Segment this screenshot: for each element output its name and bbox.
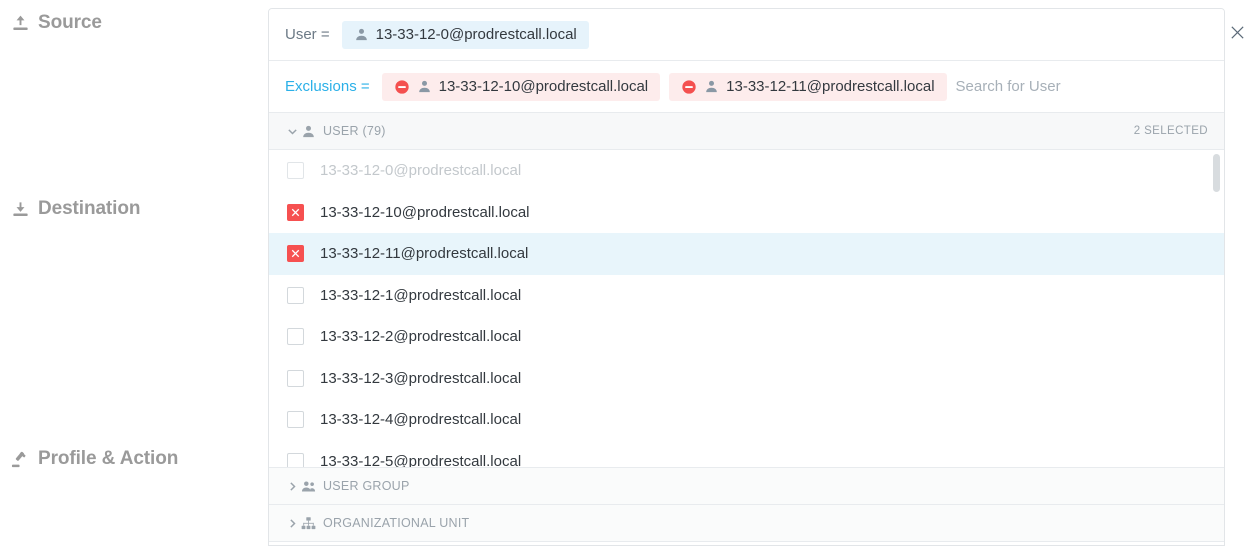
gavel-icon [11, 450, 30, 469]
list-item[interactable]: 13-33-12-4@prodrestcall.local [269, 399, 1224, 441]
exclusions-query-row: Exclusions = 13-33-12-10@prodrestcall.lo… [269, 61, 1224, 113]
list-item[interactable]: 13-33-12-2@prodrestcall.local [269, 316, 1224, 358]
list-item-label: 13-33-12-3@prodrestcall.local [320, 369, 522, 387]
user-selection-panel: User = 13-33-12-0@prodrestcall.local Exc… [268, 8, 1225, 546]
exclusion-chip-label: 13-33-12-10@prodrestcall.local [438, 78, 649, 95]
sidebar-step-profile-action[interactable]: Profile & Action [11, 448, 178, 470]
group-header-organizational-unit[interactable]: ORGANIZATIONAL UNIT [269, 505, 1224, 542]
list-scrollbar-thumb[interactable] [1213, 154, 1220, 192]
block-icon[interactable] [394, 79, 410, 95]
checkbox-unchecked[interactable] [287, 452, 304, 467]
list-item[interactable]: 13-33-12-5@prodrestcall.local [269, 441, 1224, 468]
list-item[interactable]: 13-33-12-3@prodrestcall.local [269, 358, 1224, 400]
group-header-user[interactable]: USER (79) 2 SELECTED [269, 113, 1224, 150]
checkbox-unchecked [287, 162, 304, 180]
sidebar-step-destination[interactable]: Destination [11, 198, 140, 220]
exclusion-chip-label: 13-33-12-11@prodrestcall.local [726, 78, 935, 95]
list-item-label: 13-33-12-2@prodrestcall.local [320, 328, 522, 346]
list-item-label: 13-33-12-4@prodrestcall.local [320, 411, 522, 429]
sidebar-step-destination-label: Destination [38, 198, 141, 219]
upload-icon [11, 14, 30, 33]
list-item-label: 13-33-12-1@prodrestcall.local [320, 286, 522, 304]
sidebar-step-source-label: Source [38, 12, 102, 33]
checkbox-unchecked[interactable] [287, 411, 304, 429]
org-chart-icon [301, 516, 323, 531]
user-query-row: User = 13-33-12-0@prodrestcall.local [269, 9, 1224, 61]
chevron-down-icon[interactable] [287, 126, 301, 137]
checkbox-unchecked[interactable] [287, 369, 304, 387]
user-query-label: User = [285, 26, 330, 43]
block-icon[interactable] [681, 79, 697, 95]
chevron-right-icon[interactable] [287, 518, 301, 529]
list-item-label: 13-33-12-11@prodrestcall.local [320, 245, 529, 263]
user-icon [417, 79, 432, 94]
checkbox-unchecked[interactable] [287, 286, 304, 304]
group-title-user-group: USER GROUP [323, 479, 410, 493]
user-icon [301, 124, 323, 139]
user-chip[interactable]: 13-33-12-0@prodrestcall.local [341, 20, 589, 49]
sidebar-step-profile-action-label: Profile & Action [38, 448, 179, 469]
checkbox-unchecked[interactable] [287, 328, 304, 346]
users-icon [301, 479, 323, 494]
close-icon[interactable] [1223, 18, 1251, 46]
list-item-label: 13-33-12-5@prodrestcall.local [320, 452, 522, 468]
user-icon [354, 27, 369, 42]
group-title-user: USER (79) [323, 124, 386, 138]
group-title-organizational-unit: ORGANIZATIONAL UNIT [323, 516, 470, 530]
group-header-user-group[interactable]: USER GROUP [269, 468, 1224, 505]
list-scrollbar[interactable] [1213, 150, 1220, 467]
checkbox-excluded[interactable] [287, 245, 304, 263]
user-icon [704, 79, 719, 94]
sidebar-step-source[interactable]: Source [11, 12, 102, 34]
search-user-input[interactable]: Search for User [956, 78, 1061, 95]
list-item[interactable]: 13-33-12-1@prodrestcall.local [269, 275, 1224, 317]
chevron-right-icon[interactable] [287, 481, 301, 492]
exclusions-query-label: Exclusions = [285, 78, 370, 95]
list-item[interactable]: 13-33-12-10@prodrestcall.local [269, 192, 1224, 234]
exclusion-chip[interactable]: 13-33-12-10@prodrestcall.local [381, 72, 661, 101]
user-chip-label: 13-33-12-0@prodrestcall.local [375, 26, 577, 43]
exclusion-chip[interactable]: 13-33-12-11@prodrestcall.local [669, 72, 947, 101]
list-item-label: 13-33-12-10@prodrestcall.local [320, 203, 530, 221]
list-item: 13-33-12-0@prodrestcall.local [269, 150, 1224, 192]
list-item[interactable]: 13-33-12-11@prodrestcall.local [269, 233, 1224, 275]
user-list: 13-33-12-0@prodrestcall.local 13-33-12-1… [269, 150, 1224, 468]
checkbox-excluded[interactable] [287, 203, 304, 221]
selected-count-badge: 2 SELECTED [1133, 125, 1208, 137]
wizard-sidebar: Source Destination Profile & Action [0, 0, 268, 556]
download-icon [11, 200, 30, 219]
list-item-label: 13-33-12-0@prodrestcall.local [320, 162, 522, 180]
